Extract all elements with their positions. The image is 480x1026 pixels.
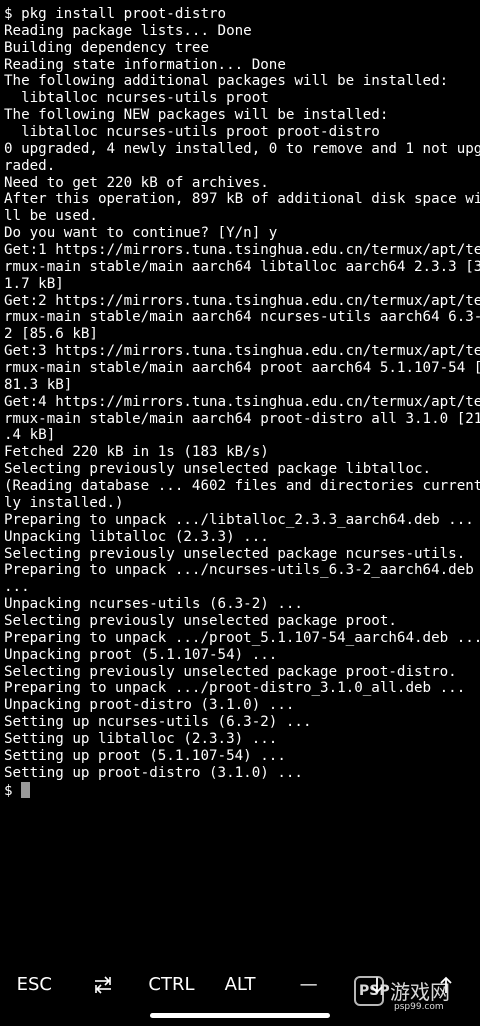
terminal-line: 2 [85.6 kB] bbox=[4, 326, 98, 343]
terminal-line: libtalloc ncurses-utils proot bbox=[4, 90, 269, 107]
terminal-line: Reading state information... Done bbox=[4, 56, 286, 73]
terminal-line: Selecting previously unselected package … bbox=[4, 663, 457, 680]
terminal-line: Selecting previously unselected package … bbox=[4, 612, 397, 629]
prompt-line[interactable]: $ bbox=[4, 781, 480, 799]
terminal-line: Unpacking proot (5.1.107-54) ... bbox=[4, 646, 278, 663]
terminal-line: Unpacking proot-distro (3.1.0) ... bbox=[4, 697, 295, 714]
terminal-line: Need to get 220 kB of archives. bbox=[4, 174, 269, 191]
terminal-line: Get:4 https://mirrors.tuna.tsinghua.edu.… bbox=[4, 393, 480, 410]
terminal-line: .4 kB] bbox=[4, 427, 56, 444]
terminal-line: Get:2 https://mirrors.tuna.tsinghua.edu.… bbox=[4, 292, 480, 309]
terminal-line: After this operation, 897 kB of addition… bbox=[4, 191, 480, 208]
esc-key[interactable]: ESC bbox=[0, 960, 69, 1010]
terminal-line: 0 upgraded, 4 newly installed, 0 to remo… bbox=[4, 140, 480, 157]
tab-key[interactable] bbox=[69, 960, 138, 1010]
terminal-line: Setting up proot-distro (3.1.0) ... bbox=[4, 764, 303, 781]
terminal-line: 1.7 kB] bbox=[4, 275, 64, 292]
terminal-line: Preparing to unpack .../proot-distro_3.1… bbox=[4, 680, 466, 697]
watermark-title: 游戏网 bbox=[390, 980, 450, 1004]
terminal-line: $ pkg install proot-distro bbox=[4, 6, 227, 22]
terminal-line: Setting up proot (5.1.107-54) ... bbox=[4, 747, 286, 764]
terminal-line: (Reading database ... 4602 files and dir… bbox=[4, 478, 480, 495]
terminal-line: rmux-main stable/main aarch64 ncurses-ut… bbox=[4, 309, 480, 326]
terminal-line: 81.3 kB] bbox=[4, 376, 73, 393]
terminal-line: ll be used. bbox=[4, 208, 98, 225]
terminal-line: rmux-main stable/main aarch64 proot-dist… bbox=[4, 410, 480, 427]
terminal-line: Selecting previously unselected package … bbox=[4, 461, 432, 478]
terminal-output[interactable]: $ pkg install proot-distro Reading packag… bbox=[4, 6, 480, 806]
watermark-logo: PSP bbox=[354, 976, 390, 1006]
terminal-line: rmux-main stable/main aarch64 libtalloc … bbox=[4, 258, 480, 275]
terminal-line: Get:1 https://mirrors.tuna.tsinghua.edu.… bbox=[4, 242, 480, 259]
terminal-line: Setting up libtalloc (2.3.3) ... bbox=[4, 730, 278, 747]
alt-key[interactable]: ALT bbox=[206, 960, 275, 1010]
terminal-line: libtalloc ncurses-utils proot proot-dist… bbox=[4, 124, 380, 141]
terminal-line: Fetched 220 kB in 1s (183 kB/s) bbox=[4, 444, 269, 461]
terminal-line: ... bbox=[4, 579, 30, 596]
terminal-line: Selecting previously unselected package … bbox=[4, 545, 466, 562]
terminal-line: ly installed.) bbox=[4, 494, 124, 511]
terminal-line: Get:3 https://mirrors.tuna.tsinghua.edu.… bbox=[4, 343, 480, 360]
prompt-symbol: $ bbox=[4, 782, 13, 799]
dash-key[interactable]: — bbox=[274, 960, 343, 1010]
terminal-line: Preparing to unpack .../proot_5.1.107-54… bbox=[4, 629, 480, 646]
cursor bbox=[20, 781, 30, 798]
terminal-line: Reading package lists... Done bbox=[4, 22, 252, 39]
terminal-line: raded. bbox=[4, 157, 56, 174]
terminal-line: Unpacking ncurses-utils (6.3-2) ... bbox=[4, 596, 303, 613]
ctrl-key[interactable]: CTRL bbox=[137, 960, 206, 1010]
watermark: PSP 游戏网 psp99.com bbox=[354, 972, 476, 1018]
watermark-url: psp99.com bbox=[394, 1002, 444, 1012]
terminal-line: Building dependency tree bbox=[4, 39, 209, 56]
terminal-line: Preparing to unpack .../libtalloc_2.3.3_… bbox=[4, 511, 474, 528]
terminal-line: Setting up ncurses-utils (6.3-2) ... bbox=[4, 714, 312, 731]
terminal-line: Preparing to unpack .../ncurses-utils_6.… bbox=[4, 562, 474, 579]
terminal-line: rmux-main stable/main aarch64 proot aarc… bbox=[4, 360, 480, 377]
terminal-line: The following NEW packages will be insta… bbox=[4, 107, 389, 124]
tab-arrows-icon bbox=[94, 976, 111, 994]
terminal-line: Unpacking libtalloc (2.3.3) ... bbox=[4, 528, 269, 545]
terminal-line: The following additional packages will b… bbox=[4, 73, 449, 90]
home-indicator[interactable] bbox=[150, 1013, 330, 1018]
terminal-line: Do you want to continue? [Y/n] y bbox=[4, 225, 278, 242]
terminal-lines: $ pkg install proot-distro Reading packag… bbox=[4, 6, 480, 782]
watermark-logo-text: PSP bbox=[359, 983, 390, 999]
